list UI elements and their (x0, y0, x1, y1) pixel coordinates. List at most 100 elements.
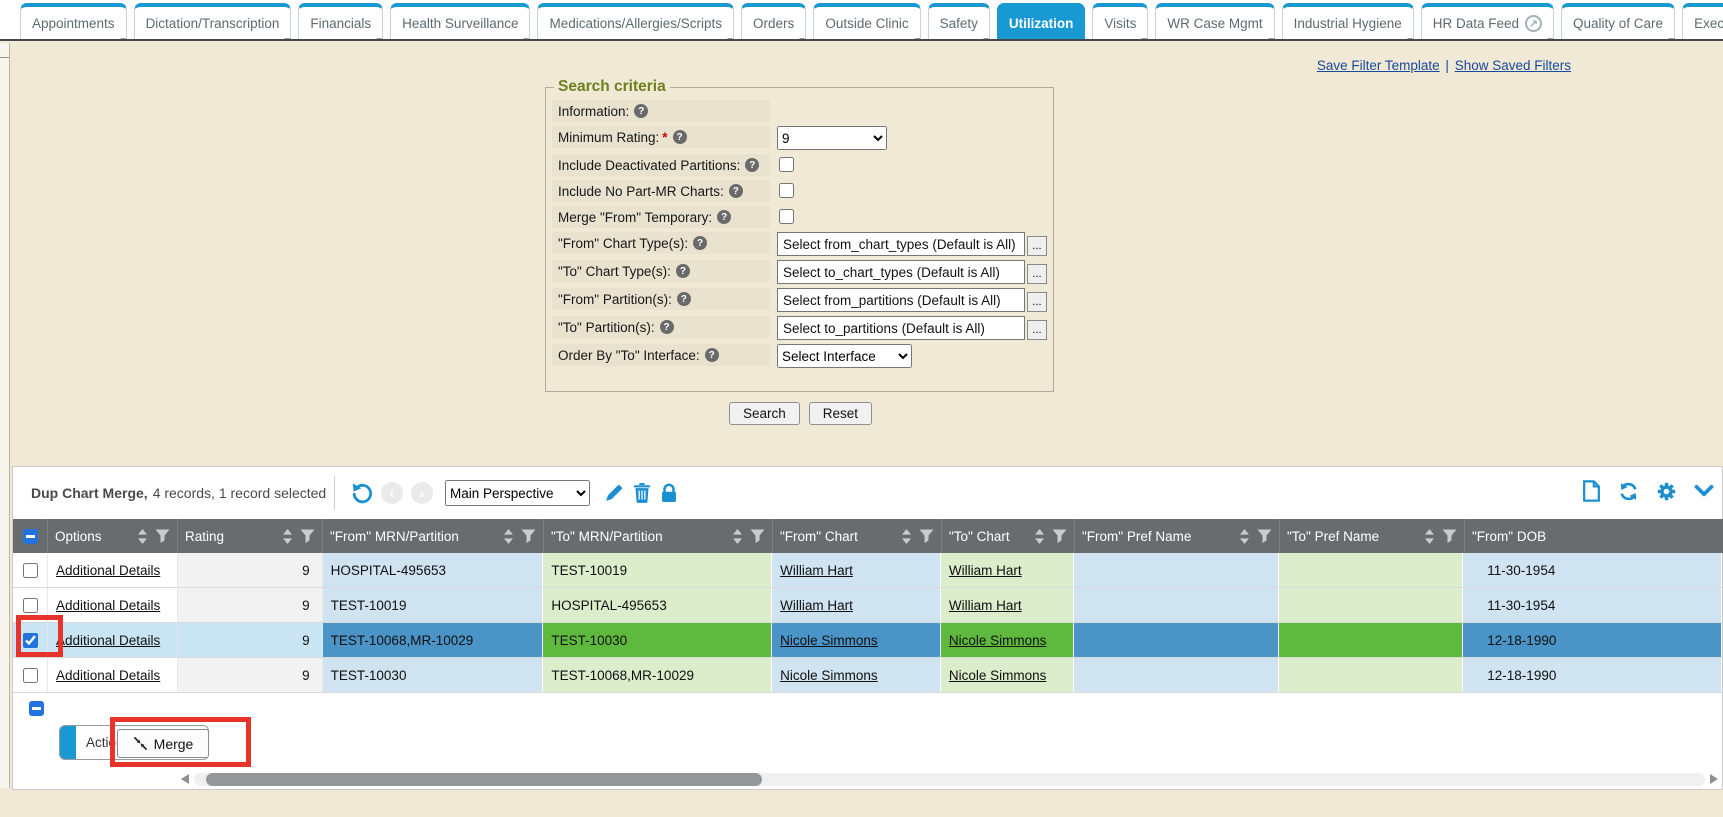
sort-icon[interactable] (1424, 529, 1435, 544)
minimum-rating-select[interactable]: 9 (777, 126, 887, 150)
ellipsis-button[interactable]: ... (1027, 320, 1047, 340)
tab-hr-data-feed[interactable]: HR Data Feed↗ (1421, 3, 1554, 39)
row-select-checkbox[interactable] (23, 598, 38, 613)
to-chart-link[interactable]: William Hart (949, 598, 1022, 613)
row-select-checkbox[interactable] (23, 633, 38, 648)
tab-dictation-transcription[interactable]: Dictation/Transcription (134, 3, 292, 39)
tab-exec[interactable]: Exec (1682, 3, 1723, 39)
help-icon[interactable]: ? (729, 184, 743, 198)
lock-icon[interactable] (660, 483, 678, 503)
help-icon[interactable]: ? (693, 236, 707, 250)
column-header-rating[interactable]: Rating (178, 519, 323, 553)
help-icon[interactable]: ? (677, 292, 691, 306)
merge-button[interactable]: Merge (117, 729, 209, 758)
tab-safety[interactable]: Safety (928, 3, 990, 39)
sort-icon[interactable] (137, 529, 148, 544)
sort-icon[interactable] (732, 529, 743, 544)
from-partition-s-input[interactable] (777, 288, 1025, 312)
edit-pencil-icon[interactable] (604, 483, 624, 503)
filter-icon[interactable] (1442, 529, 1457, 543)
scroll-left-arrow-icon[interactable] (181, 774, 189, 784)
column-header-from-mrn[interactable]: "From" MRN/Partition (323, 519, 544, 553)
select-all-checkbox[interactable] (23, 529, 38, 544)
collapse-chevron-icon[interactable] (1694, 484, 1714, 498)
filter-icon[interactable] (521, 529, 536, 543)
tab-visits[interactable]: Visits (1092, 3, 1148, 39)
help-icon[interactable]: ? (705, 348, 719, 362)
tab-utilization[interactable]: Utilization (997, 3, 1086, 39)
show-saved-filters-link[interactable]: Show Saved Filters (1455, 58, 1571, 73)
horizontal-scrollbar[interactable] (181, 773, 1718, 786)
merge-from-temporary-checkbox[interactable] (779, 209, 794, 224)
tab-financials[interactable]: Financials (298, 3, 383, 39)
help-icon[interactable]: ? (717, 210, 731, 224)
column-header-to-chart[interactable]: "To" Chart (942, 519, 1075, 553)
help-icon[interactable]: ? (676, 264, 690, 278)
column-header-to-pref[interactable]: "To" Pref Name (1280, 519, 1465, 553)
reset-button[interactable]: Reset (809, 402, 872, 425)
column-header-to-mrn[interactable]: "To" MRN/Partition (544, 519, 773, 553)
refresh-icon[interactable] (1618, 481, 1639, 502)
ellipsis-button[interactable]: ... (1027, 236, 1047, 256)
tab-quality-of-care[interactable]: Quality of Care (1561, 3, 1675, 39)
save-filter-template-link[interactable]: Save Filter Template (1317, 58, 1440, 73)
tab-appointments[interactable]: Appointments (20, 3, 127, 39)
tab-outside-clinic[interactable]: Outside Clinic (813, 3, 920, 39)
sort-icon[interactable] (901, 529, 912, 544)
help-icon[interactable]: ? (673, 130, 687, 144)
filter-icon[interactable] (155, 529, 170, 543)
search-button[interactable]: Search (729, 402, 800, 425)
from-chart-link[interactable]: Nicole Simmons (780, 633, 878, 648)
help-icon[interactable]: ? (745, 158, 759, 172)
new-document-icon[interactable] (1582, 480, 1601, 502)
scrollbar-track[interactable] (194, 773, 1705, 786)
next-page-icon[interactable]: › (411, 482, 433, 504)
sort-icon[interactable] (1034, 529, 1045, 544)
help-icon[interactable]: ? (660, 320, 674, 334)
include-no-part-mr-charts-checkbox[interactable] (779, 183, 794, 198)
column-header-from-chart[interactable]: "From" Chart (773, 519, 942, 553)
row-select-checkbox[interactable] (23, 563, 38, 578)
undo-icon[interactable] (351, 482, 373, 504)
column-header-from-dob[interactable]: "From" DOB (1465, 519, 1723, 553)
filter-icon[interactable] (1257, 529, 1272, 543)
filter-icon[interactable] (919, 529, 934, 543)
tab-industrial-hygiene[interactable]: Industrial Hygiene (1282, 3, 1414, 39)
column-header-from-pref[interactable]: "From" Pref Name (1075, 519, 1280, 553)
to-chart-link[interactable]: Nicole Simmons (949, 633, 1047, 648)
sort-icon[interactable] (282, 529, 293, 544)
from-chart-link[interactable]: William Hart (780, 563, 853, 578)
delete-trash-icon[interactable] (633, 483, 651, 503)
perspective-select[interactable]: Main Perspective (445, 480, 590, 506)
include-deactivated-partitions-checkbox[interactable] (779, 157, 794, 172)
sort-icon[interactable] (1239, 529, 1250, 544)
to-partition-s-input[interactable] (777, 316, 1025, 340)
options-link[interactable]: Additional Details (56, 563, 160, 578)
options-link[interactable]: Additional Details (56, 633, 160, 648)
filter-icon[interactable] (300, 529, 315, 543)
help-icon[interactable]: ? (634, 104, 648, 118)
tab-health-surveillance[interactable]: Health Surveillance (390, 3, 530, 39)
order-by-to-interface-select[interactable]: Select Interface (777, 344, 912, 368)
to-chart-link[interactable]: William Hart (949, 563, 1022, 578)
to-chart-type-s-input[interactable] (777, 260, 1025, 284)
select-all-checkbox[interactable] (29, 701, 44, 716)
tab-wr-case-mgmt[interactable]: WR Case Mgmt (1155, 3, 1274, 39)
column-header-options[interactable]: Options (48, 519, 178, 553)
from-chart-link[interactable]: Nicole Simmons (780, 668, 878, 683)
from-chart-type-s-input[interactable] (777, 232, 1025, 256)
row-select-checkbox[interactable] (23, 668, 38, 683)
filter-icon[interactable] (750, 529, 765, 543)
settings-gear-icon[interactable] (1656, 481, 1677, 502)
scrollbar-thumb[interactable] (206, 773, 762, 786)
options-link[interactable]: Additional Details (56, 668, 160, 683)
sort-icon[interactable] (503, 529, 514, 544)
options-link[interactable]: Additional Details (56, 598, 160, 613)
from-chart-link[interactable]: William Hart (780, 598, 853, 613)
scroll-right-arrow-icon[interactable] (1710, 774, 1718, 784)
filter-icon[interactable] (1052, 529, 1067, 543)
ellipsis-button[interactable]: ... (1027, 264, 1047, 284)
ellipsis-button[interactable]: ... (1027, 292, 1047, 312)
prev-page-icon[interactable]: ‹ (381, 482, 403, 504)
to-chart-link[interactable]: Nicole Simmons (949, 668, 1047, 683)
